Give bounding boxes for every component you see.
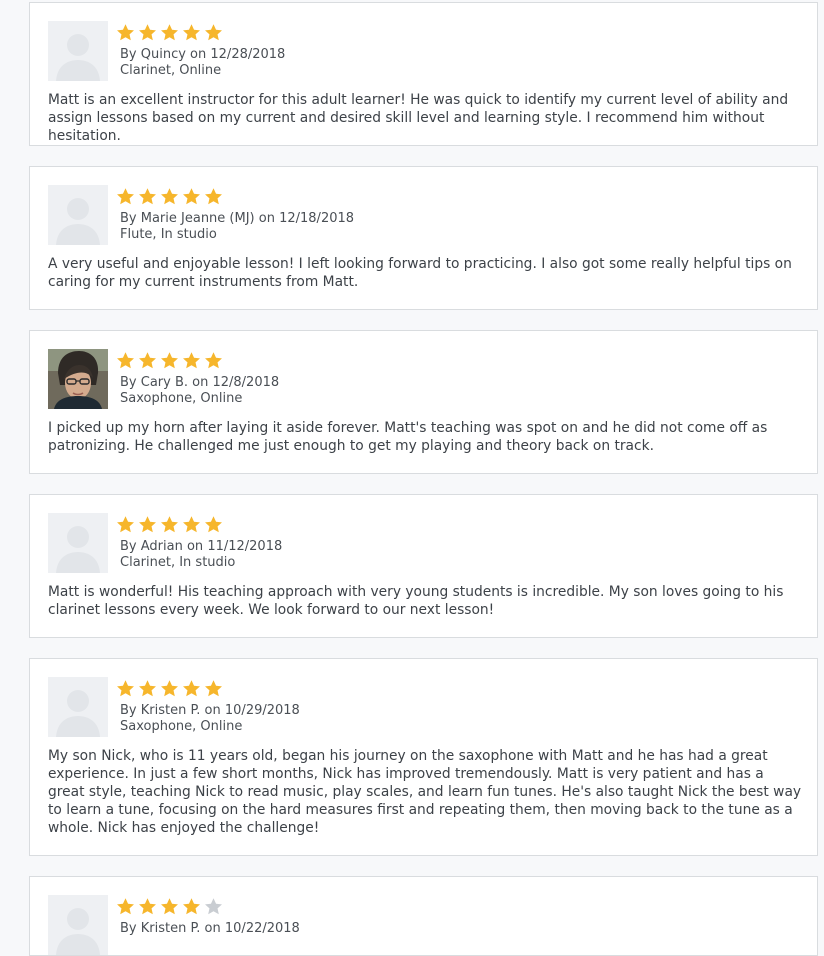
star-filled-icon <box>161 188 178 205</box>
review-card: By Kristen P. on 10/22/2018 <box>29 876 818 956</box>
star-filled-icon <box>183 898 200 915</box>
review-lesson-details: Flute, In studio <box>120 227 217 242</box>
star-empty-icon <box>205 898 222 915</box>
star-filled-icon <box>139 516 156 533</box>
review-date: 12/28/2018 <box>210 47 286 62</box>
star-filled-icon <box>205 24 222 41</box>
star-filled-icon <box>205 352 222 369</box>
star-rating <box>116 679 226 699</box>
avatar <box>48 895 108 955</box>
avatar <box>48 513 108 573</box>
star-filled-icon <box>205 680 222 697</box>
review-author: Cary B. <box>140 375 189 390</box>
star-filled-icon <box>139 898 156 915</box>
review-author: Adrian <box>140 539 183 554</box>
review-date: 10/29/2018 <box>224 703 300 718</box>
review-lesson-details: Clarinet, In studio <box>120 555 236 570</box>
review-byline: By Quincy on 12/28/2018 <box>120 47 286 62</box>
user-placeholder-icon <box>48 21 108 81</box>
star-rating <box>116 351 226 371</box>
review-author: Marie Jeanne (MJ) <box>140 211 255 226</box>
review-byline: By Marie Jeanne (MJ) on 12/18/2018 <box>120 211 355 226</box>
star-filled-icon <box>139 680 156 697</box>
review-card: By Marie Jeanne (MJ) on 12/18/2018 Flute,… <box>29 166 818 310</box>
review-card: By Cary B. on 12/8/2018 Saxophone, Online… <box>29 330 818 474</box>
review-author: Kristen P. <box>140 703 201 718</box>
review-date: 12/8/2018 <box>212 375 280 390</box>
star-filled-icon <box>117 24 134 41</box>
star-filled-icon <box>161 898 178 915</box>
avatar <box>48 21 108 81</box>
review-text: My son Nick, who is 11 years old, began … <box>48 748 802 836</box>
review-byline: By Kristen P. on 10/22/2018 <box>120 921 300 936</box>
star-filled-icon <box>117 188 134 205</box>
star-filled-icon <box>183 352 200 369</box>
star-filled-icon <box>161 352 178 369</box>
review-text: I picked up my horn after laying it asid… <box>48 420 768 454</box>
review-text: A very useful and enjoyable lesson! I le… <box>48 256 792 290</box>
user-placeholder-icon <box>48 677 108 737</box>
star-filled-icon <box>205 516 222 533</box>
star-filled-icon <box>183 680 200 697</box>
review-lesson-details: Clarinet, Online <box>120 63 222 78</box>
star-rating <box>116 187 226 207</box>
review-author: Quincy <box>140 47 186 62</box>
review-byline: By Adrian on 11/12/2018 <box>120 539 283 554</box>
star-filled-icon <box>139 352 156 369</box>
avatar <box>48 677 108 737</box>
star-filled-icon <box>183 188 200 205</box>
star-filled-icon <box>117 352 134 369</box>
review-author: Kristen P. <box>140 921 201 936</box>
review-byline: By Cary B. on 12/8/2018 <box>120 375 280 390</box>
review-card: By Adrian on 11/12/2018 Clarinet, In stud… <box>29 494 818 638</box>
review-lesson-details: Saxophone, Online <box>120 719 243 734</box>
star-rating <box>116 23 226 43</box>
star-filled-icon <box>117 680 134 697</box>
review-text: Matt is an excellent instructor for this… <box>48 92 789 144</box>
star-filled-icon <box>139 24 156 41</box>
star-filled-icon <box>139 188 156 205</box>
star-filled-icon <box>161 24 178 41</box>
star-filled-icon <box>161 516 178 533</box>
user-placeholder-icon <box>48 513 108 573</box>
star-filled-icon <box>183 24 200 41</box>
star-filled-icon <box>117 898 134 915</box>
avatar <box>48 185 108 245</box>
star-filled-icon <box>205 188 222 205</box>
review-card: By Quincy on 12/28/2018 Clarinet, Online M… <box>29 2 818 146</box>
user-photo-icon <box>48 349 108 409</box>
review-byline: By Kristen P. on 10/29/2018 <box>120 703 300 718</box>
review-card: By Kristen P. on 10/29/2018 Saxophone, On… <box>29 658 818 856</box>
user-placeholder-icon <box>48 185 108 245</box>
review-text: Matt is wonderful! His teaching approach… <box>48 584 784 618</box>
star-rating <box>116 515 226 535</box>
star-filled-icon <box>161 680 178 697</box>
review-date: 11/12/2018 <box>207 539 283 554</box>
user-placeholder-icon <box>48 895 108 955</box>
avatar <box>48 349 108 409</box>
review-date: 12/18/2018 <box>279 211 355 226</box>
review-date: 10/22/2018 <box>224 921 300 936</box>
star-rating <box>116 897 226 917</box>
star-filled-icon <box>183 516 200 533</box>
star-filled-icon <box>117 516 134 533</box>
review-lesson-details: Saxophone, Online <box>120 391 243 406</box>
